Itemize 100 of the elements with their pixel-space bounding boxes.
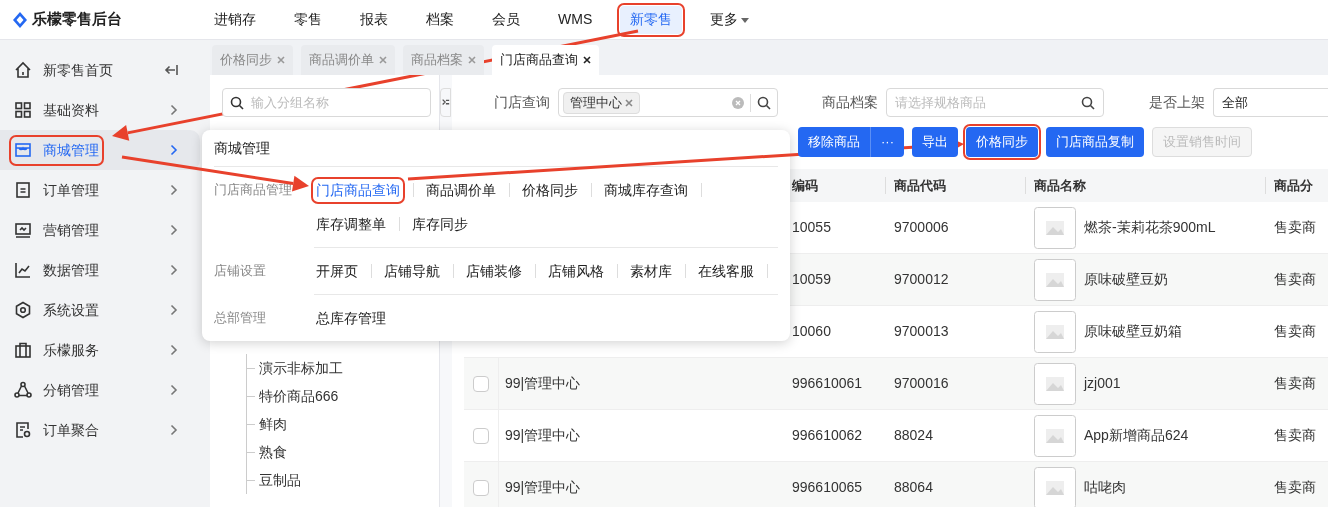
menu-group-label: 店铺设置 bbox=[214, 262, 266, 281]
chevron-right-icon bbox=[170, 304, 178, 316]
table-cell-text: jzj001 bbox=[1084, 374, 1121, 393]
toolbar-button[interactable]: 门店商品复制 bbox=[1046, 127, 1144, 157]
sidebar-item[interactable]: 订单聚合 bbox=[0, 410, 200, 450]
nav-link[interactable]: 报表 bbox=[350, 5, 398, 34]
sidebar-item[interactable]: 乐檬服务 bbox=[0, 330, 200, 370]
caret-icon bbox=[740, 15, 751, 24]
menu-group-label: 门店商品管理 bbox=[214, 181, 292, 200]
table-cell-text: 99|管理中心 bbox=[505, 426, 581, 445]
checkbox[interactable] bbox=[473, 375, 489, 392]
sidebar-item[interactable]: 商城管理 bbox=[0, 130, 200, 170]
table-cell-text: 99|管理中心 bbox=[505, 478, 581, 497]
checkbox[interactable] bbox=[473, 479, 489, 496]
sidebar-item[interactable]: 营销管理 bbox=[0, 210, 200, 250]
table-cell: 10055 bbox=[792, 219, 831, 235]
menu-item[interactable]: 开屏页 bbox=[314, 260, 360, 282]
table-cell: 88064 bbox=[894, 479, 933, 495]
tree-item[interactable]: 熟食 bbox=[259, 441, 287, 463]
menu-item[interactable]: 门店商品查询 bbox=[314, 179, 402, 201]
table-cell: 售卖商 bbox=[1274, 479, 1316, 495]
column-header: 商品名称 bbox=[1034, 177, 1086, 194]
store-icon bbox=[14, 141, 32, 159]
sidebar-item[interactable]: 订单管理 bbox=[0, 170, 200, 210]
chevron-right-icon bbox=[170, 104, 178, 116]
table-cell: 9700012 bbox=[894, 271, 949, 287]
column-header: 商品代码 bbox=[894, 177, 946, 194]
sidebar-label: 分销管理 bbox=[43, 380, 99, 400]
toolbar-button[interactable]: 导出 bbox=[912, 127, 958, 157]
menu-item[interactable]: 店铺装修 bbox=[464, 260, 524, 282]
product-search-field[interactable]: 请选择规格商品 bbox=[885, 88, 1104, 117]
nav-link[interactable]: WMS bbox=[548, 5, 603, 34]
nav-link[interactable]: 档案 bbox=[416, 5, 464, 34]
chevron-right-icon bbox=[170, 144, 178, 156]
table-cell-text: App新增商品624 bbox=[1084, 426, 1189, 445]
tree-item[interactable]: 豆制品 bbox=[259, 469, 301, 491]
table-cell: 10060 bbox=[792, 323, 831, 339]
sidebar-item[interactable]: 数据管理 bbox=[0, 250, 200, 290]
table-cell: 售卖商 bbox=[1274, 375, 1316, 391]
search-icon bbox=[230, 96, 244, 110]
image-placeholder-icon bbox=[1034, 258, 1076, 301]
checkbox[interactable] bbox=[473, 427, 489, 444]
toolbar-button[interactable]: 价格同步 bbox=[966, 127, 1038, 157]
tag-chip[interactable]: 管理中心 bbox=[563, 91, 640, 114]
table-cell: 9700006 bbox=[894, 219, 949, 235]
sidebar-item[interactable]: 系统设置 bbox=[0, 290, 200, 330]
sidebar-label: 营销管理 bbox=[43, 220, 99, 240]
sidebar-item[interactable]: 新零售首页 bbox=[0, 50, 200, 90]
menu-item[interactable]: 价格同步 bbox=[520, 179, 580, 201]
line-chart-icon bbox=[14, 261, 32, 279]
sidebar-label: 乐檬服务 bbox=[43, 340, 99, 360]
table-cell: 996610065 bbox=[792, 479, 863, 495]
sidebar-item[interactable]: 分销管理 bbox=[0, 370, 200, 410]
chevron-right-icon bbox=[170, 424, 178, 436]
menu-item[interactable]: 库存同步 bbox=[410, 213, 470, 235]
menu-item[interactable]: 在线客服 bbox=[696, 260, 756, 282]
search-field[interactable]: 输入分组名称 bbox=[222, 88, 431, 117]
logo-icon bbox=[12, 10, 28, 29]
nav-link[interactable]: 新零售 bbox=[620, 5, 683, 34]
more-actions-button[interactable]: ··· bbox=[870, 127, 904, 157]
search-icon bbox=[1080, 96, 1095, 110]
menu-item[interactable]: 素材库 bbox=[628, 260, 674, 282]
filter-label: 商品档案 bbox=[821, 93, 878, 112]
sidebar-label: 系统设置 bbox=[43, 300, 99, 320]
settings-icon bbox=[14, 301, 32, 319]
menu-item[interactable]: 总库存管理 bbox=[314, 307, 388, 329]
remove-items-button[interactable]: 移除商品 bbox=[798, 127, 870, 157]
tree-item[interactable]: 演示非标加工 bbox=[259, 357, 343, 379]
menu-item[interactable]: 库存调整单 bbox=[314, 213, 388, 235]
collapse-panel-icon bbox=[440, 88, 451, 117]
tree-item[interactable]: 特价商品666 bbox=[259, 385, 339, 407]
tab[interactable]: 门店商品查询 bbox=[492, 45, 599, 75]
close-icon bbox=[379, 56, 387, 64]
nav-link[interactable]: 进销存 bbox=[204, 5, 266, 34]
sidebar-label: 数据管理 bbox=[43, 260, 99, 280]
sidebar-label: 订单聚合 bbox=[43, 420, 99, 440]
table-cell: 996610061 bbox=[792, 375, 863, 391]
menu-item[interactable]: 商品调价单 bbox=[424, 179, 498, 201]
chevron-right-icon bbox=[170, 384, 178, 396]
more-menu-button[interactable]: 更多 bbox=[700, 5, 761, 34]
image-placeholder-icon bbox=[1034, 414, 1076, 457]
nav-link[interactable]: 零售 bbox=[284, 5, 332, 34]
close-icon bbox=[583, 56, 591, 64]
column-header: 编码 bbox=[792, 176, 818, 195]
menu-item[interactable]: 店铺风格 bbox=[546, 260, 606, 282]
search-icon bbox=[756, 95, 771, 110]
sidebar-item[interactable]: 基础资料 bbox=[0, 90, 200, 130]
image-placeholder-icon bbox=[1034, 362, 1076, 405]
store-select-field[interactable]: 管理中心 bbox=[558, 88, 778, 117]
menu-item[interactable]: 商城库存查询 bbox=[602, 179, 690, 201]
close-icon bbox=[277, 56, 285, 64]
nav-link[interactable]: 会员 bbox=[482, 5, 530, 34]
tree-item[interactable]: 鲜肉 bbox=[259, 413, 287, 435]
sidebar-label: 新零售首页 bbox=[43, 60, 113, 80]
sidebar-label: 商城管理 bbox=[43, 140, 99, 160]
listing-select[interactable]: 全部 bbox=[1212, 88, 1328, 117]
image-placeholder-icon bbox=[1034, 206, 1076, 249]
briefcase-icon bbox=[14, 341, 32, 359]
document-icon bbox=[14, 181, 32, 199]
menu-item[interactable]: 店铺导航 bbox=[382, 260, 442, 282]
